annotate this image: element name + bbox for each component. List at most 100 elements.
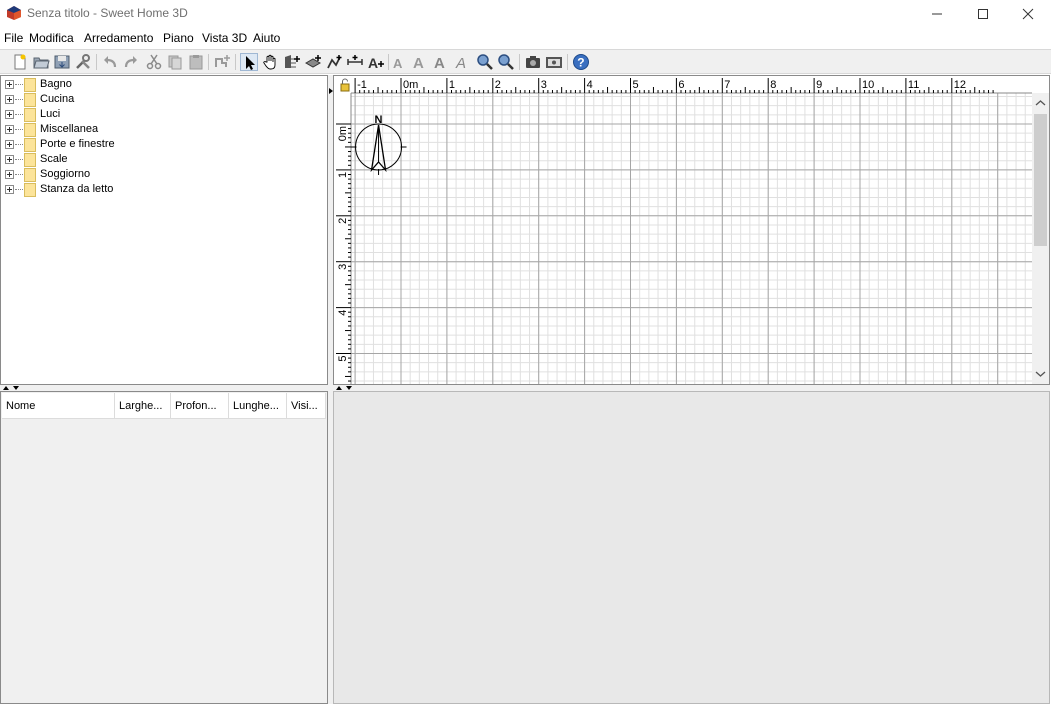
tools-icon	[76, 54, 90, 69]
plan-view[interactable]: -2-10m1234567891011120m12345N	[333, 75, 1050, 385]
furniture-catalog-tree[interactable]: Bagno Cucina Luci Miscellanea Porte e fi…	[0, 75, 328, 385]
help-button[interactable]: ?	[572, 53, 590, 71]
expand-icon[interactable]	[5, 185, 14, 194]
create-walls-button[interactable]	[283, 53, 301, 71]
menu-piano[interactable]: Piano	[163, 31, 194, 45]
minimize-icon	[932, 13, 942, 15]
wall-icon	[285, 55, 300, 68]
undo-icon	[104, 56, 117, 68]
create-dimensions-button[interactable]	[346, 53, 364, 71]
column-header-length[interactable]: Lunghe...	[229, 393, 287, 419]
cut-button[interactable]	[145, 53, 163, 71]
add-text-button[interactable]: A	[367, 53, 385, 71]
create-rooms-button[interactable]	[304, 53, 322, 71]
create-photo-button[interactable]	[524, 53, 542, 71]
arrow-pointer-icon	[246, 56, 255, 70]
menu-modifica[interactable]: Modifica	[29, 31, 74, 45]
close-button[interactable]	[1005, 0, 1051, 28]
increase-text-size-button[interactable]: A	[411, 53, 429, 71]
furniture-table[interactable]: Nome Larghe... Profon... Lunghe... Visi.…	[0, 391, 328, 704]
column-header-width[interactable]: Larghe...	[115, 393, 171, 419]
ruler-y-label: 2	[337, 218, 349, 224]
svg-text:A: A	[368, 55, 378, 71]
preferences-button[interactable]	[74, 53, 92, 71]
toolbar-separator	[208, 54, 209, 70]
polyline-icon	[327, 55, 342, 69]
expand-icon[interactable]	[5, 125, 14, 134]
3d-view[interactable]	[333, 391, 1050, 704]
plan-grid[interactable]: -2-10m1234567891011120m12345N	[334, 76, 1049, 384]
bold-text-button[interactable]: A	[432, 53, 450, 71]
menu-arredamento[interactable]: Arredamento	[84, 31, 153, 45]
svg-text:A: A	[413, 55, 424, 71]
new-home-button[interactable]	[11, 53, 29, 71]
expand-icon[interactable]	[5, 95, 14, 104]
menu-file[interactable]: File	[4, 31, 23, 45]
italic-text-button[interactable]: A	[453, 53, 471, 71]
zoom-in-button[interactable]	[476, 53, 494, 71]
redo-button[interactable]	[122, 53, 140, 71]
expand-icon[interactable]	[5, 140, 14, 149]
menu-aiuto[interactable]: Aiuto	[253, 31, 280, 45]
ruler-x-label: 10	[862, 79, 874, 91]
folder-icon	[24, 108, 36, 122]
close-icon	[1022, 8, 1034, 20]
catalog-category-label: Scale	[40, 153, 68, 165]
expand-icon[interactable]	[5, 170, 14, 179]
column-header-name[interactable]: Nome	[2, 393, 115, 419]
add-furniture-button[interactable]	[213, 53, 231, 71]
toolbar-separator	[567, 54, 568, 70]
text-smaller-icon: A	[393, 56, 403, 71]
ruler-y-label: 5	[337, 356, 349, 362]
pan-mode-button[interactable]	[262, 53, 280, 71]
scroll-up-icon[interactable]	[1032, 97, 1049, 109]
zoom-out-button[interactable]	[497, 53, 515, 71]
help-icon: ?	[573, 54, 589, 70]
folder-icon	[24, 123, 36, 137]
save-button[interactable]	[53, 53, 71, 71]
ruler-x-label: 8	[770, 79, 776, 91]
ruler-x-label: 6	[678, 79, 684, 91]
copy-icon	[168, 55, 182, 70]
ruler-y-label: 0m	[337, 126, 349, 141]
expand-icon[interactable]	[5, 155, 14, 164]
plan-vertical-scrollbar[interactable]	[1032, 93, 1049, 384]
ruler-x-label: 7	[724, 79, 730, 91]
svg-text:?: ?	[577, 56, 584, 70]
create-video-button[interactable]	[545, 53, 563, 71]
room-icon	[304, 55, 322, 68]
column-header-visible[interactable]: Visi...	[287, 393, 326, 419]
redo-icon	[124, 56, 137, 68]
camera-icon	[526, 56, 540, 68]
scroll-down-icon[interactable]	[1032, 368, 1049, 380]
create-polylines-button[interactable]	[325, 53, 343, 71]
ruler-y-label: 1	[337, 172, 349, 178]
dimension-icon	[347, 55, 363, 65]
window-title: Senza titolo - Sweet Home 3D	[27, 6, 188, 20]
italic-icon: A	[455, 55, 466, 71]
ruler-x-label: 4	[587, 79, 593, 91]
menu-vista-3d[interactable]: Vista 3D	[202, 31, 247, 45]
expand-icon[interactable]	[5, 110, 14, 119]
column-header-depth[interactable]: Profon...	[171, 393, 229, 419]
svg-text:A: A	[393, 56, 403, 71]
undo-button[interactable]	[101, 53, 119, 71]
zoom-in-icon	[477, 54, 493, 70]
ruler-x-label: -1	[357, 79, 367, 91]
toolbar-separator	[235, 54, 236, 70]
catalog-category-label: Porte e finestre	[40, 138, 115, 150]
svg-text:A: A	[455, 55, 466, 71]
scrollbar-thumb[interactable]	[1034, 114, 1047, 246]
catalog-category-label: Bagno	[40, 78, 72, 90]
sweet-home-3d-logo-icon	[7, 6, 21, 20]
paste-icon	[189, 55, 203, 70]
minimize-button[interactable]	[914, 0, 960, 28]
expand-icon[interactable]	[5, 80, 14, 89]
open-button[interactable]	[32, 53, 50, 71]
decrease-text-size-button[interactable]: A	[390, 53, 408, 71]
copy-button[interactable]	[166, 53, 184, 71]
paste-button[interactable]	[187, 53, 205, 71]
select-mode-button[interactable]	[240, 53, 258, 71]
bold-icon: A	[434, 55, 445, 71]
maximize-button[interactable]	[960, 0, 1006, 28]
